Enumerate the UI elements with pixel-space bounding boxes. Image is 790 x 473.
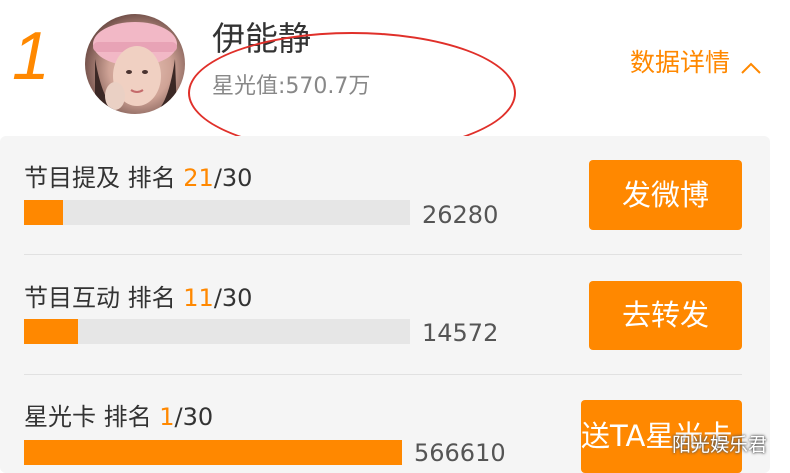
- star-value: 星光值:570.7万: [212, 74, 371, 99]
- chevron-up-icon: [740, 55, 761, 74]
- avatar-image: [93, 22, 177, 114]
- rank-total: /30: [213, 284, 253, 312]
- progress-bar: [24, 200, 410, 225]
- rank-total: /30: [213, 164, 253, 192]
- data-details-toggle[interactable]: 数据详情: [630, 48, 761, 77]
- data-details-label: 数据详情: [630, 48, 731, 77]
- row-label-star-card: 星光卡 排名 1/30: [24, 405, 213, 429]
- rank-current: 1: [159, 403, 175, 431]
- watermark: 阳光娱乐君: [672, 434, 768, 456]
- rank-number: 1: [12, 18, 50, 94]
- progress-fill: [24, 440, 402, 465]
- progress-bar: [24, 319, 410, 344]
- progress-bar: [24, 440, 402, 465]
- avatar[interactable]: [85, 14, 185, 114]
- rank-current: 11: [183, 284, 214, 312]
- user-name: 伊能静: [212, 19, 311, 58]
- divider: [24, 254, 742, 255]
- post-weibo-button[interactable]: 发微博: [589, 160, 742, 230]
- rank-total: /30: [174, 403, 214, 431]
- repost-button[interactable]: 去转发: [589, 281, 742, 350]
- progress-fill: [24, 200, 63, 225]
- row-label-program-interaction: 节目互动 排名 11/30: [24, 286, 252, 310]
- row-label-text: 星光卡 排名: [24, 403, 160, 431]
- row-label-text: 节目提及 排名: [24, 164, 184, 192]
- row-value: 566610: [414, 439, 506, 467]
- row-label-text: 节目互动 排名: [24, 284, 184, 312]
- rank-current: 21: [183, 164, 214, 192]
- divider: [24, 374, 742, 375]
- row-value: 14572: [422, 319, 499, 347]
- row-value: 26280: [422, 201, 499, 229]
- progress-fill: [24, 319, 79, 344]
- row-label-program-mention: 节目提及 排名 21/30: [24, 166, 252, 190]
